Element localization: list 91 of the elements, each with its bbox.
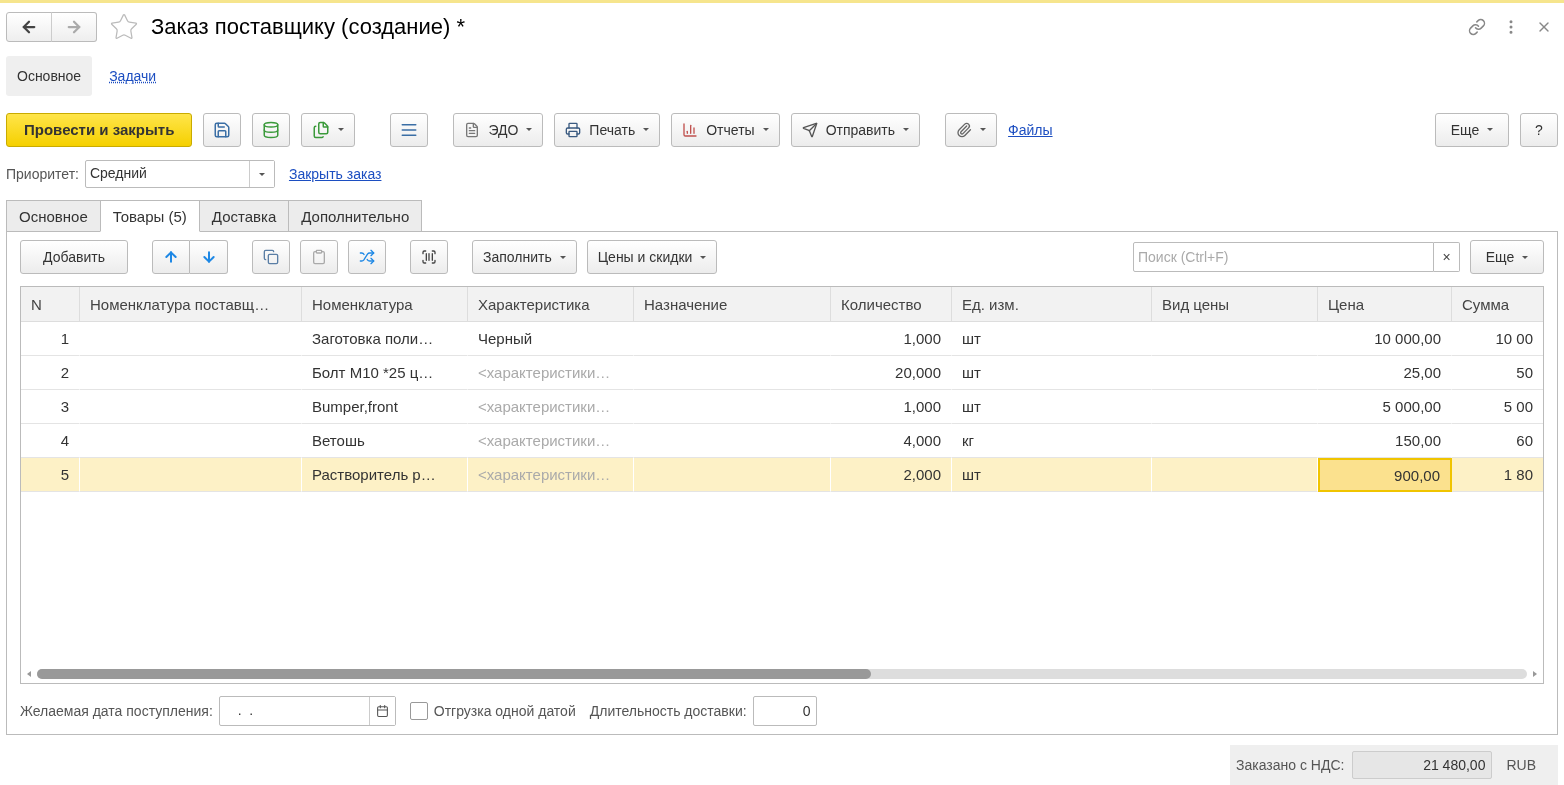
caret-icon — [903, 128, 910, 132]
caret-icon — [762, 128, 769, 132]
move-up-button[interactable] — [152, 240, 190, 274]
paper-plane-icon — [801, 121, 818, 138]
caret-icon — [1522, 255, 1529, 259]
column-header: Номенклатура — [302, 287, 468, 322]
reports-button[interactable]: Отчеты — [671, 112, 780, 147]
add-button[interactable]: Добавить — [20, 240, 128, 274]
document-icon — [464, 121, 481, 138]
column-header: Сумма — [1452, 287, 1543, 322]
caret-icon — [526, 128, 533, 132]
arrow-up-icon — [163, 249, 179, 265]
currency-label: RUB — [1506, 757, 1536, 773]
paperclip-icon — [956, 121, 973, 138]
fill-button[interactable]: Заполнить — [472, 240, 577, 274]
database-icon — [262, 120, 281, 139]
close-order-link[interactable]: Закрыть заказ — [288, 166, 382, 182]
priority-select[interactable]: Средний — [84, 160, 275, 188]
totals-label: Заказано с НДС: — [1236, 757, 1345, 773]
barcode-icon — [421, 249, 437, 265]
print-button[interactable]: Печать — [554, 112, 661, 147]
column-header: Номенклатура поставщ… — [80, 287, 302, 322]
section-tab[interactable]: Задачи — [98, 55, 168, 96]
column-header: Количество — [831, 287, 952, 322]
total-value: 21 480,00 — [1352, 751, 1493, 779]
caret-icon — [559, 255, 566, 259]
column-header: Вид цены — [1152, 287, 1318, 322]
save-button[interactable] — [203, 112, 242, 147]
column-header: Характеристика — [468, 287, 634, 322]
files-link[interactable]: Файлы — [1008, 121, 1053, 138]
link-icon[interactable] — [1468, 18, 1486, 37]
caret-icon — [1487, 128, 1494, 132]
more-button[interactable]: Еще — [1435, 112, 1509, 147]
back-button[interactable] — [6, 12, 52, 43]
table-cell: Растворитель р… — [302, 458, 468, 492]
column-header: Цена — [1318, 287, 1452, 322]
scroll-left-icon[interactable] — [27, 671, 31, 677]
copy-icon — [263, 249, 279, 265]
caret-icon — [980, 128, 987, 132]
shuffle-icon — [359, 249, 375, 265]
caret-icon — [338, 128, 345, 132]
duration-label: Длительность доставки: — [589, 703, 747, 719]
date-field[interactable]: . . — [218, 696, 396, 726]
create-based-button[interactable] — [301, 112, 356, 147]
scrollbar-thumb[interactable] — [37, 669, 872, 679]
move-down-button[interactable] — [190, 240, 228, 274]
clipboard-icon — [311, 249, 327, 265]
prices-button[interactable]: Цены и скидки — [586, 240, 718, 274]
tab[interactable]: Товары (5) — [99, 200, 200, 232]
column-header: Ед. изм. — [952, 287, 1152, 322]
calendar-button[interactable] — [368, 697, 395, 725]
split-button[interactable] — [348, 240, 386, 274]
bar-chart-icon — [682, 121, 699, 138]
tab[interactable]: Дополнительно — [288, 200, 423, 232]
caret-icon — [258, 172, 265, 176]
scroll-right-icon[interactable] — [1533, 671, 1537, 677]
checkbox-label: Отгрузка одной датой — [433, 703, 576, 719]
search-field[interactable]: Поиск (Ctrl+F) — [1133, 242, 1434, 272]
documents-icon — [312, 120, 331, 139]
date-label: Желаемая дата поступления: — [20, 703, 213, 719]
checkbox[interactable] — [409, 702, 428, 720]
edo-button[interactable]: ЭДО — [453, 112, 544, 147]
caret-icon — [643, 128, 650, 132]
journal-button[interactable] — [390, 112, 429, 147]
table-cell: шт — [952, 458, 1152, 492]
table-cell: <характеристики… — [468, 458, 634, 492]
column-header: N — [21, 287, 80, 322]
priority-label: Приоритет: — [6, 166, 79, 182]
duration-field[interactable]: 0 — [752, 696, 817, 726]
paste-button[interactable] — [300, 240, 338, 274]
help-button[interactable]: ? — [1520, 112, 1558, 147]
table-cell: 2,000 — [831, 458, 952, 492]
tab[interactable]: Доставка — [198, 200, 290, 232]
caret-icon — [700, 255, 707, 259]
table-more-button[interactable]: Еще — [1470, 240, 1544, 274]
barcode-button[interactable] — [410, 240, 448, 274]
printer-icon — [565, 121, 582, 138]
table-cell: 1 80 — [1452, 458, 1543, 492]
send-button[interactable]: Отправить — [790, 112, 921, 147]
post-and-close-button[interactable]: Провести и закрыть — [6, 112, 193, 147]
post-button[interactable] — [252, 112, 291, 147]
clear-button[interactable]: × — [1434, 242, 1460, 272]
window-title: Заказ поставщику (создание) * — [151, 14, 466, 41]
attach-button[interactable] — [945, 112, 998, 147]
copy-button[interactable] — [252, 240, 290, 274]
section-tab[interactable]: Основное — [6, 55, 93, 96]
column-header: Назначение — [634, 287, 831, 322]
calendar-icon — [375, 704, 389, 718]
table-cell: 900,00 — [1318, 458, 1452, 492]
table-cell: 5 — [21, 458, 80, 492]
tab[interactable]: Основное — [6, 200, 101, 232]
